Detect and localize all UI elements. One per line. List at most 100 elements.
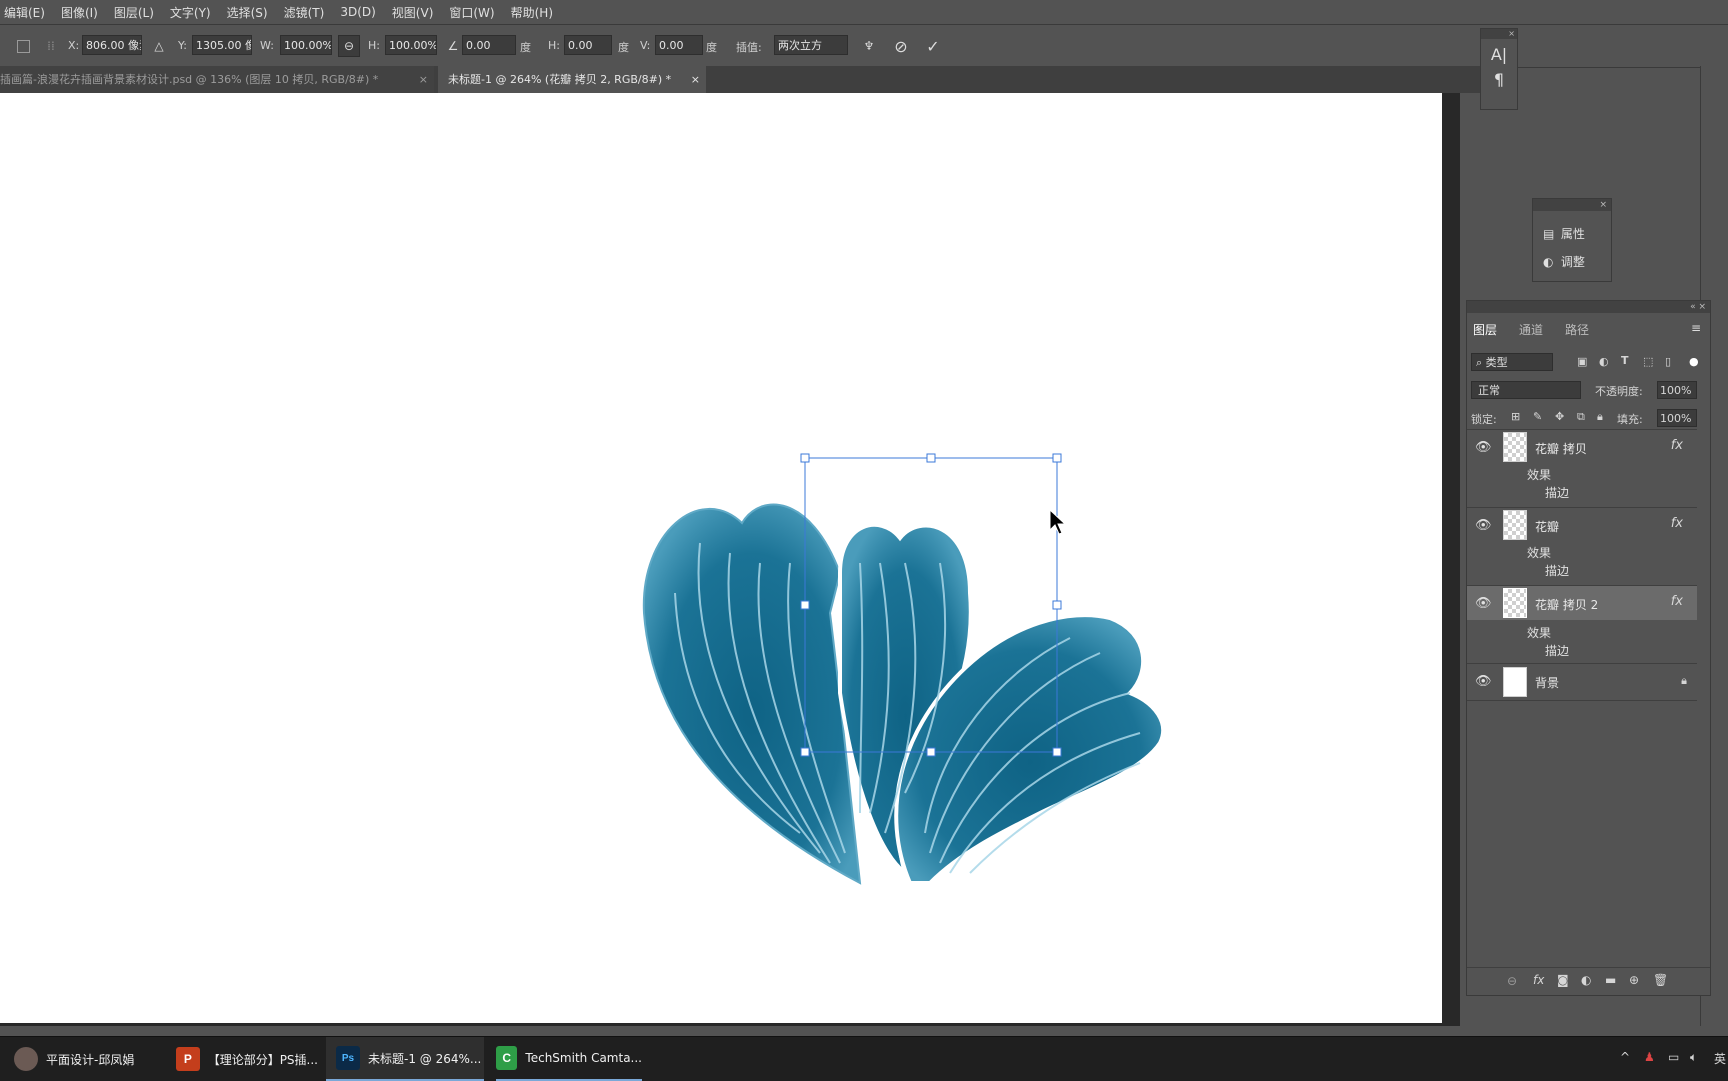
layer-name: 花瓣 拷贝 [1535, 442, 1587, 456]
taskbar-item-powerpoint[interactable]: P 【理论部分】PS插... [176, 1037, 318, 1081]
visibility-eye-icon[interactable]: 👁︎ [1475, 518, 1492, 533]
vskew-label: V: [640, 39, 651, 52]
tray-app-icon[interactable]: ♟ [1644, 1050, 1655, 1064]
filter-pixel-icon[interactable]: ▣ [1577, 355, 1587, 368]
volume-icon[interactable]: 🔈︎ [1690, 1050, 1697, 1065]
layers-panel: « × 图层 通道 路径 ≡ ⌕ 类型 ▣ ◐ T ⬚ ▯ ● 正常 不透明度:… [1466, 300, 1711, 996]
layer-row-selected[interactable]: 👁︎ 花瓣 拷贝 2 fx 效果 描边 [1467, 585, 1697, 664]
new-group-icon[interactable]: ▬ [1605, 973, 1616, 987]
commit-transform-icon[interactable]: ✓ [922, 35, 944, 57]
layer-row[interactable]: 👁︎ 背景 🔒︎ [1467, 663, 1697, 701]
link-icon[interactable]: ⊖ [338, 35, 360, 57]
handle-middle-left [800, 600, 810, 610]
layer-row[interactable]: 👁︎ 花瓣 fx 效果 描边 [1467, 507, 1697, 586]
close-icon[interactable]: × [419, 66, 428, 93]
menu-window[interactable]: 窗口(W) [441, 4, 502, 21]
blend-mode-select[interactable]: 正常 [1471, 381, 1581, 399]
layer-name: 花瓣 [1535, 520, 1560, 534]
menu-3d[interactable]: 3D(D) [332, 5, 383, 19]
filter-shape-icon[interactable]: ⬚ [1643, 355, 1653, 368]
lock-move-icon[interactable]: ✥ [1555, 410, 1564, 423]
panel-header: × [1533, 199, 1611, 211]
taskbar-item-camtasia[interactable]: C TechSmith Camta... [496, 1037, 642, 1081]
lock-artboard-icon[interactable]: ⧉ [1577, 410, 1585, 424]
warp-mode-icon[interactable]: ♆ [858, 35, 880, 57]
interpolation-select[interactable]: 两次立方 [774, 35, 848, 55]
properties-item[interactable]: ▤ 属性 [1543, 225, 1585, 242]
close-icon[interactable]: × [691, 66, 700, 93]
menu-type[interactable]: 文字(Y) [162, 4, 219, 21]
stroke-effect-label[interactable]: 描边 [1545, 642, 1569, 659]
fx-icon[interactable]: fx [1671, 516, 1683, 531]
x-input[interactable]: 806.00 像素 [82, 35, 142, 55]
tray-overflow-icon[interactable]: ^ [1620, 1050, 1630, 1064]
y-label: Y: [178, 39, 187, 52]
menu-layer[interactable]: 图层(L) [106, 4, 162, 21]
add-mask-icon[interactable]: ◙ [1557, 973, 1569, 987]
new-layer-icon[interactable]: ⊕ [1629, 973, 1639, 987]
width-input[interactable]: 100.00% [280, 35, 332, 55]
taskbar-item-photoshop[interactable]: Ps 未标题-1 @ 264%... [326, 1037, 484, 1081]
reference-point-grid-icon[interactable]: ⁞⁞ [40, 35, 62, 57]
y-input[interactable]: 1305.00 像 [192, 35, 252, 55]
panel-menu-icon[interactable]: ≡ [1691, 321, 1701, 335]
taskbar-label: TechSmith Camta... [525, 1051, 642, 1065]
hskew-input[interactable]: 0.00 [564, 35, 612, 55]
relative-position-icon[interactable]: △ [148, 35, 170, 57]
adjustments-label: 调整 [1560, 255, 1585, 269]
network-icon[interactable]: ▭ [1668, 1050, 1679, 1064]
properties-icon: ▤ [1543, 227, 1555, 241]
taskbar-item-profile[interactable]: 平面设计-邱凤娟 [14, 1037, 160, 1081]
fx-icon[interactable]: fx [1671, 594, 1683, 609]
add-style-fx-icon[interactable]: fx [1533, 973, 1544, 987]
layer-row[interactable]: 👁︎ 花瓣 拷贝 fx 效果 描边 [1467, 429, 1697, 508]
vskew-input[interactable]: 0.00 [655, 35, 703, 55]
filter-adjustment-icon[interactable]: ◐ [1599, 355, 1609, 368]
lock-transparent-icon[interactable]: ⊞ [1511, 410, 1520, 423]
paragraph-icon[interactable]: ¶ [1481, 70, 1517, 89]
new-adjustment-icon[interactable]: ◐ [1581, 973, 1591, 987]
tab-document-1[interactable]: 插画篇-浪漫花卉插画背景素材设计.psd @ 136% (图层 10 拷贝, R… [0, 66, 434, 93]
powerpoint-icon: P [176, 1047, 200, 1071]
tab-document-2[interactable]: 未标题-1 @ 264% (花瓣 拷贝 2, RGB/8#) * × [438, 66, 706, 93]
lock-all-icon[interactable]: 🔒︎ [1597, 410, 1603, 424]
angle-input[interactable]: 0.00 [462, 35, 516, 55]
menu-edit[interactable]: 编辑(E) [0, 4, 53, 21]
character-icon[interactable]: A| [1481, 45, 1517, 64]
effects-label[interactable]: 效果 [1527, 466, 1551, 483]
visibility-eye-icon[interactable]: 👁︎ [1475, 440, 1492, 455]
menu-view[interactable]: 视图(V) [384, 4, 442, 21]
menu-select[interactable]: 选择(S) [219, 4, 276, 21]
tab-layers[interactable]: 图层 [1473, 321, 1497, 338]
link-layers-icon[interactable]: ⊖ [1507, 974, 1517, 988]
adjustments-item[interactable]: ◐ 调整 [1543, 253, 1585, 270]
reference-point-checkbox[interactable] [12, 35, 34, 57]
delete-layer-icon[interactable]: 🗑︎ [1653, 973, 1668, 987]
menu-help[interactable]: 帮助(H) [503, 4, 561, 21]
panel-header: « × [1467, 301, 1710, 313]
h-label: H: [368, 39, 380, 52]
filter-smart-object-icon[interactable]: ▯ [1665, 355, 1671, 368]
filter-type-icon[interactable]: T [1621, 354, 1629, 367]
layer-filter-select[interactable]: ⌕ 类型 [1471, 353, 1553, 371]
tab-paths[interactable]: 路径 [1565, 321, 1589, 338]
cancel-transform-icon[interactable]: ⊘ [890, 35, 912, 57]
effects-label[interactable]: 效果 [1527, 544, 1551, 561]
ime-indicator[interactable]: 英 [1714, 1050, 1726, 1067]
visibility-eye-icon[interactable]: 👁︎ [1475, 596, 1492, 611]
filter-toggle-icon[interactable]: ● [1689, 355, 1699, 368]
fx-icon[interactable]: fx [1671, 438, 1683, 453]
menu-image[interactable]: 图像(I) [53, 4, 106, 21]
lock-paint-icon[interactable]: ✎ [1533, 410, 1542, 423]
stroke-effect-label[interactable]: 描边 [1545, 484, 1569, 501]
windows-taskbar: 平面设计-邱凤娟 P 【理论部分】PS插... Ps 未标题-1 @ 264%.… [0, 1036, 1728, 1081]
height-input[interactable]: 100.00% [385, 35, 437, 55]
tab-channels[interactable]: 通道 [1519, 321, 1543, 338]
fill-input[interactable]: 100% [1657, 409, 1697, 427]
opacity-input[interactable]: 100% [1657, 381, 1697, 399]
effects-label[interactable]: 效果 [1527, 624, 1551, 641]
stroke-effect-label[interactable]: 描边 [1545, 562, 1569, 579]
menu-filter[interactable]: 滤镜(T) [276, 4, 333, 21]
visibility-eye-icon[interactable]: 👁︎ [1475, 674, 1492, 689]
document-canvas[interactable] [0, 93, 1442, 1023]
